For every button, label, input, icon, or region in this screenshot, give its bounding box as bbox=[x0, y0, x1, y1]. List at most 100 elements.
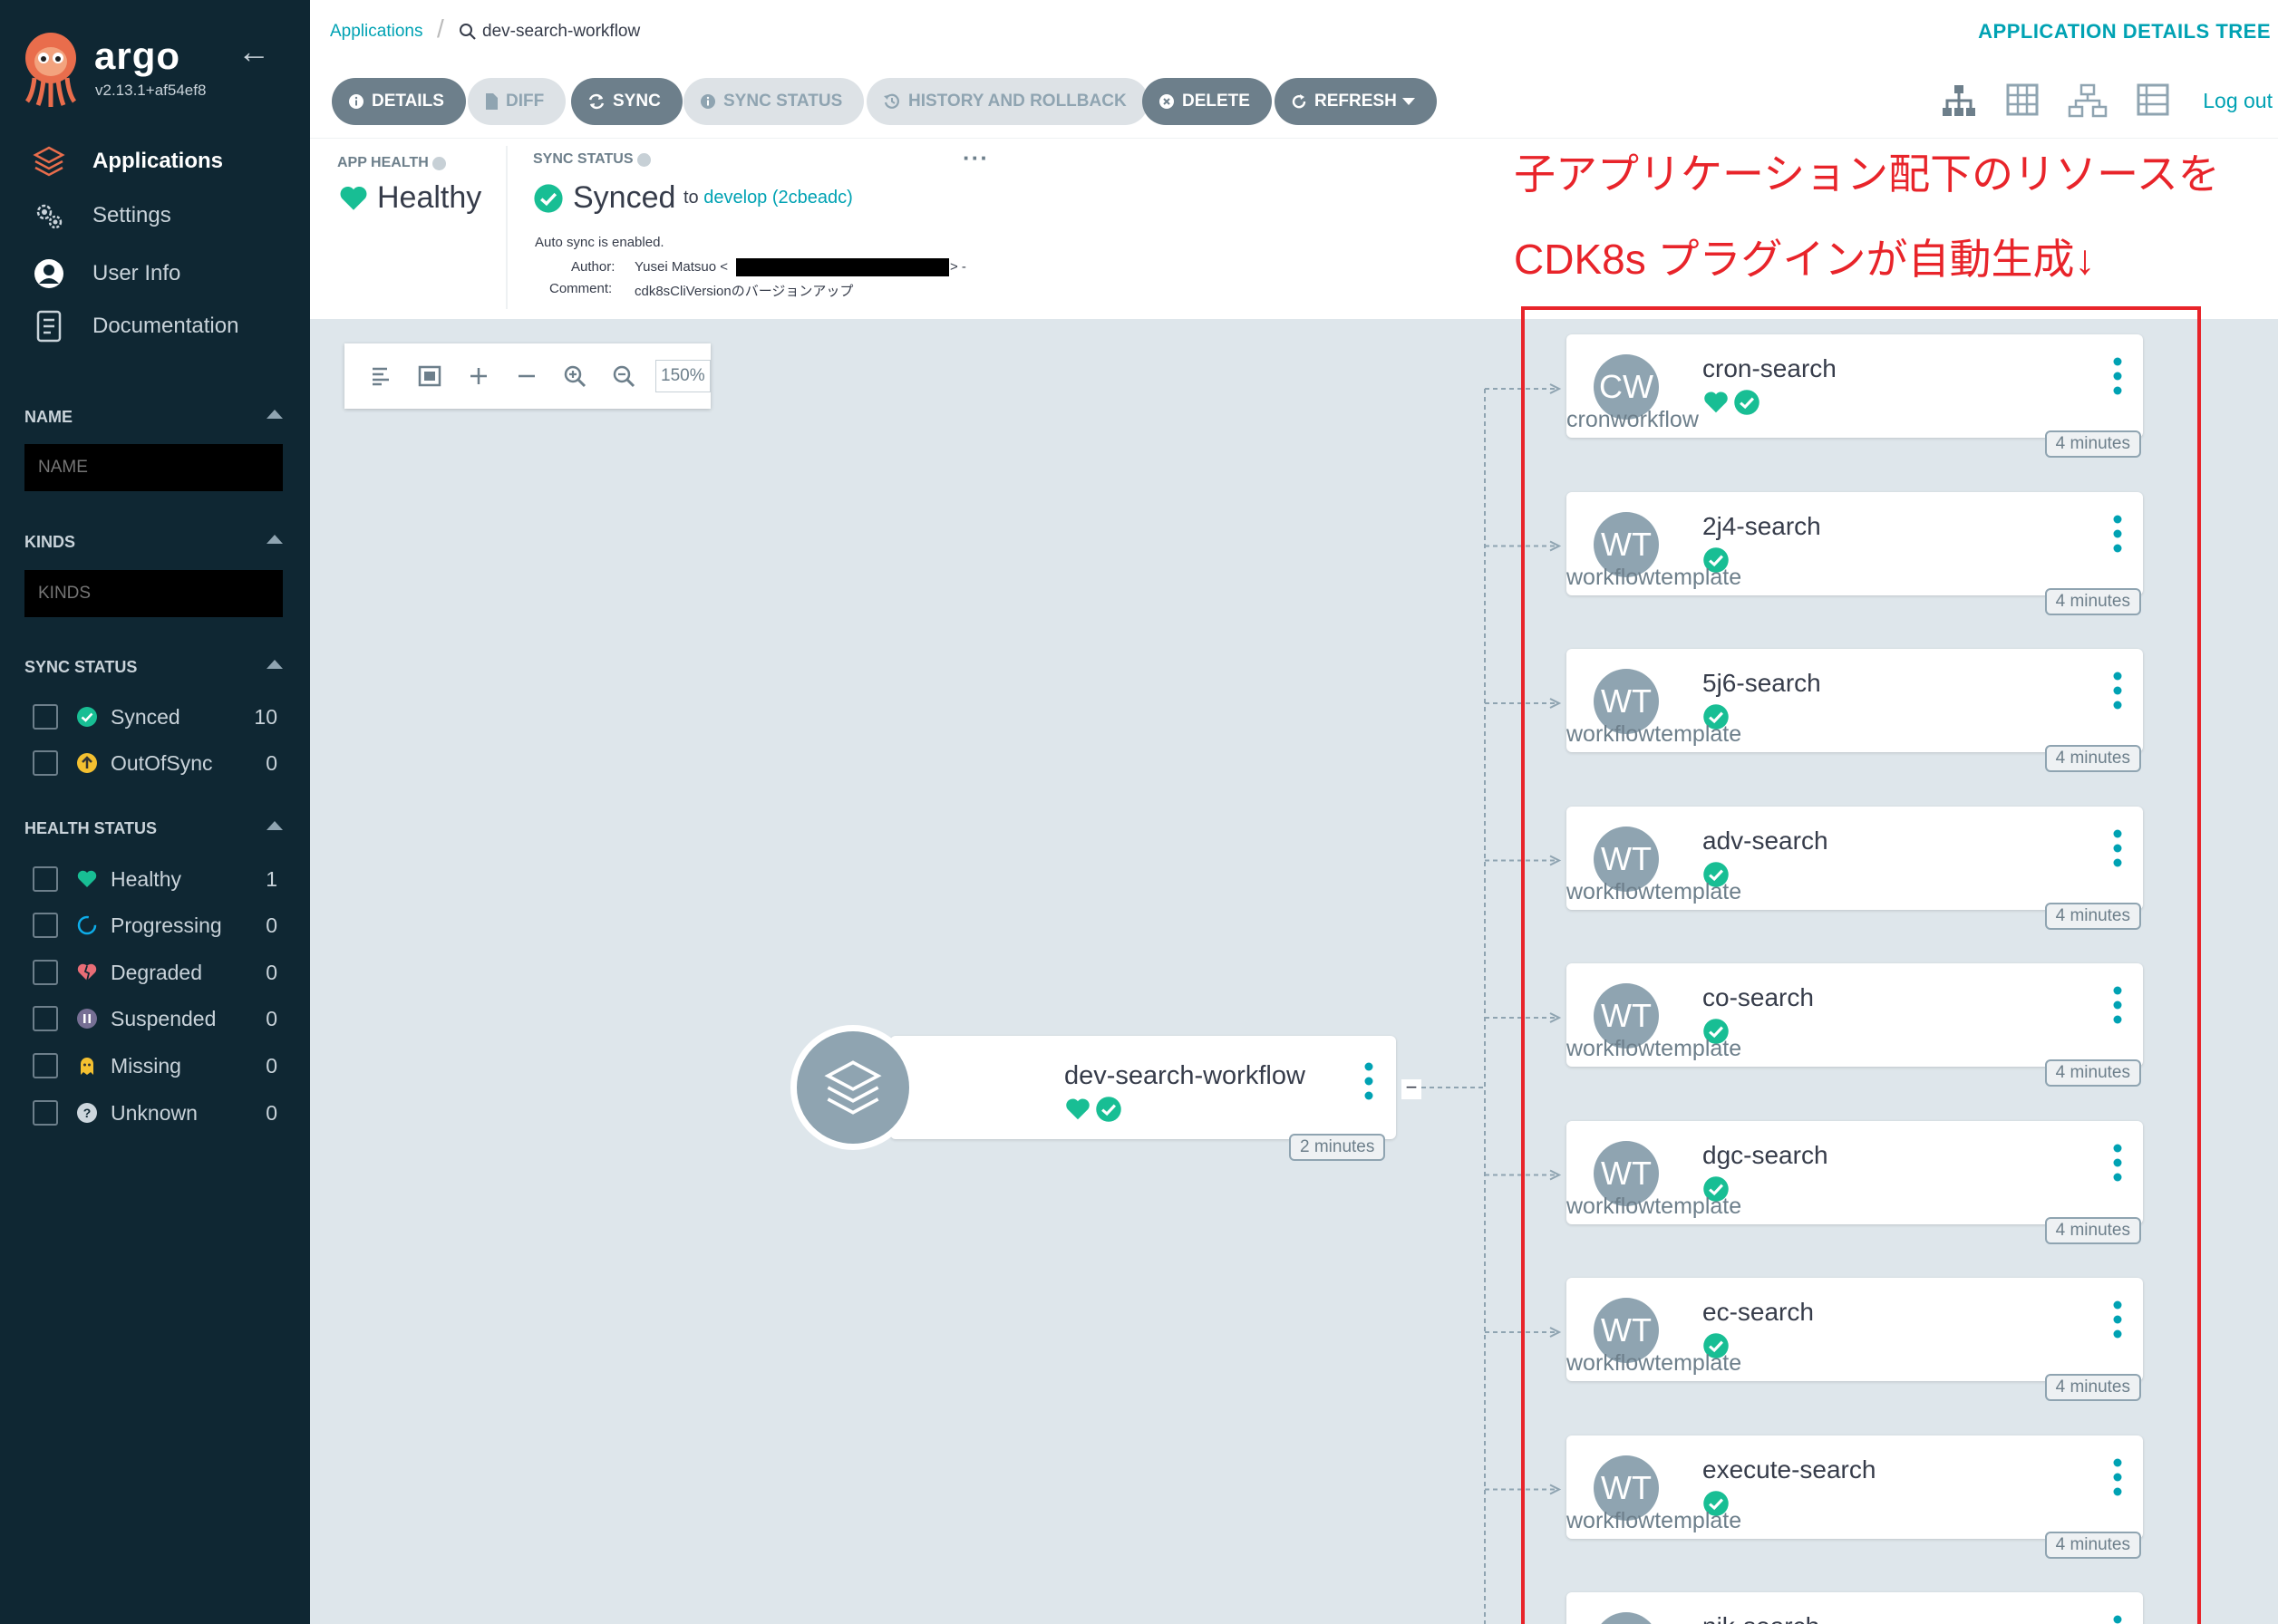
minus-icon[interactable] bbox=[502, 352, 550, 401]
sync-button[interactable]: SYNC bbox=[571, 78, 683, 125]
checkbox[interactable] bbox=[33, 1053, 58, 1078]
filter-label: Progressing bbox=[111, 913, 222, 937]
breadcrumb-current[interactable]: dev-search-workflow bbox=[459, 22, 640, 42]
broken-heart-icon bbox=[76, 962, 98, 983]
sync-status-value: Synced bbox=[533, 180, 675, 216]
checkbox[interactable] bbox=[33, 866, 58, 892]
argo-logo-icon[interactable] bbox=[22, 31, 80, 107]
details-button[interactable]: DETAILS bbox=[332, 78, 466, 125]
filter-count: 0 bbox=[266, 960, 277, 984]
button-label: SYNC bbox=[613, 92, 661, 111]
filter-count: 10 bbox=[254, 704, 277, 729]
filter-health-status-heading[interactable]: HEALTH STATUS bbox=[24, 819, 283, 838]
filter-name-heading[interactable]: NAME bbox=[24, 408, 283, 427]
button-label: DETAILS bbox=[372, 92, 444, 111]
filter-synced[interactable]: Synced 10 bbox=[33, 700, 277, 734]
logout-link[interactable]: Log out bbox=[2203, 89, 2273, 113]
caret-up-icon bbox=[267, 821, 283, 830]
filter-suspended[interactable]: Suspended 0 bbox=[33, 1001, 277, 1036]
filter-missing[interactable]: Missing 0 bbox=[33, 1049, 277, 1083]
sync-target-link[interactable]: develop (2cbeadc) bbox=[703, 188, 853, 208]
checkbox[interactable] bbox=[33, 960, 58, 985]
heart-icon bbox=[1066, 1098, 1090, 1120]
pause-circle-icon bbox=[76, 1008, 98, 1030]
grid-view-icon[interactable] bbox=[2006, 83, 2039, 116]
checkbox[interactable] bbox=[33, 913, 58, 938]
spinner-icon bbox=[76, 914, 98, 936]
info-icon bbox=[700, 93, 716, 110]
sync-status-button[interactable]: SYNC STATUS bbox=[683, 78, 865, 125]
annotation-line-1: 子アプリケーション配下のリソースを bbox=[1514, 150, 2220, 198]
caret-up-icon bbox=[267, 410, 283, 419]
checkbox[interactable] bbox=[33, 1100, 58, 1126]
question-icon[interactable] bbox=[431, 156, 446, 170]
app-health-label: APP HEALTH bbox=[337, 155, 446, 171]
nav-label: User Info bbox=[92, 261, 181, 285]
collapse-sidebar-icon[interactable]: ← bbox=[237, 33, 270, 71]
sync-icon bbox=[587, 92, 606, 111]
root-node-card[interactable]: dev-search-workflow bbox=[890, 1036, 1396, 1139]
filter-label: Unknown bbox=[111, 1100, 198, 1125]
tree-view-icon[interactable] bbox=[1941, 83, 1977, 118]
divider bbox=[506, 146, 508, 309]
nav-documentation[interactable]: Documentation bbox=[31, 306, 238, 346]
nav-label: Applications bbox=[92, 149, 224, 173]
filter-progressing[interactable]: Progressing 0 bbox=[33, 908, 277, 942]
filter-sync-status-heading[interactable]: SYNC STATUS bbox=[24, 658, 283, 677]
filter-outofsync[interactable]: OutOfSync 0 bbox=[33, 746, 277, 780]
checkbox[interactable] bbox=[33, 1006, 58, 1031]
checkbox[interactable] bbox=[33, 750, 58, 776]
caret-up-icon bbox=[267, 535, 283, 544]
page-title: APPLICATION DETAILS TREE bbox=[1978, 20, 2271, 43]
comment-label: Comment: bbox=[549, 281, 613, 296]
ghost-icon bbox=[76, 1055, 98, 1077]
sync-target: to develop (2cbeadc) bbox=[683, 188, 853, 208]
filter-kinds-heading[interactable]: KINDS bbox=[24, 533, 283, 552]
delete-button[interactable]: DELETE bbox=[1142, 78, 1272, 125]
diff-button[interactable]: DIFF bbox=[468, 78, 567, 125]
kebab-menu-icon[interactable] bbox=[1363, 1061, 1374, 1106]
svg-text:?: ? bbox=[83, 1106, 92, 1120]
question-icon[interactable] bbox=[636, 152, 651, 167]
check-circle-icon bbox=[534, 183, 563, 213]
zoom-out-icon[interactable] bbox=[599, 352, 647, 401]
filter-count: 0 bbox=[266, 1006, 277, 1030]
collapse-children-button[interactable]: − bbox=[1401, 1078, 1421, 1099]
root-application-node[interactable]: dev-search-workflow bbox=[790, 1025, 1396, 1150]
document-icon bbox=[31, 308, 67, 344]
filter-unknown[interactable]: ? Unknown 0 bbox=[33, 1096, 277, 1130]
filter-degraded[interactable]: Degraded 0 bbox=[33, 955, 277, 990]
filter-label: Synced bbox=[111, 704, 180, 729]
checkbox[interactable] bbox=[33, 704, 58, 730]
zoom-level: 150% bbox=[654, 360, 711, 392]
button-label: DELETE bbox=[1182, 92, 1250, 111]
history-and-rollback-button[interactable]: HISTORY AND ROLLBACK bbox=[867, 78, 1149, 125]
redacted-email bbox=[736, 258, 949, 276]
fit-screen-icon[interactable] bbox=[405, 352, 453, 401]
breadcrumb-applications[interactable]: Applications bbox=[330, 22, 422, 42]
times-circle-icon bbox=[1158, 93, 1175, 110]
search-icon bbox=[460, 24, 476, 40]
refresh-button[interactable]: REFRESH bbox=[1275, 78, 1437, 125]
filter-count: 0 bbox=[266, 913, 277, 937]
button-label: SYNC STATUS bbox=[723, 92, 843, 111]
health-text: Healthy bbox=[377, 180, 482, 215]
zoom-in-icon[interactable] bbox=[551, 352, 599, 401]
nav-applications[interactable]: Applications bbox=[31, 141, 223, 181]
sidebar: argo v2.13.1+af54ef8 ← Applications Sett… bbox=[0, 0, 310, 1624]
align-left-icon[interactable] bbox=[357, 352, 405, 401]
filter-healthy[interactable]: Healthy 1 bbox=[33, 862, 277, 896]
label-text: APP HEALTH bbox=[337, 155, 429, 170]
nav-user-info[interactable]: User Info bbox=[31, 254, 180, 294]
refresh-icon bbox=[1291, 93, 1307, 110]
filter-label: Missing bbox=[111, 1053, 181, 1078]
list-view-icon[interactable] bbox=[2137, 83, 2169, 116]
network-view-icon[interactable] bbox=[2068, 83, 2108, 118]
more-options-icon[interactable]: ··· bbox=[963, 144, 989, 172]
top-bar: Applications / dev-search-workflow APPLI… bbox=[310, 0, 2278, 138]
name-filter-input[interactable] bbox=[24, 444, 283, 491]
button-label: REFRESH bbox=[1314, 92, 1397, 111]
plus-icon[interactable] bbox=[454, 352, 502, 401]
kinds-filter-input[interactable] bbox=[24, 570, 283, 617]
nav-settings[interactable]: Settings bbox=[31, 196, 171, 236]
